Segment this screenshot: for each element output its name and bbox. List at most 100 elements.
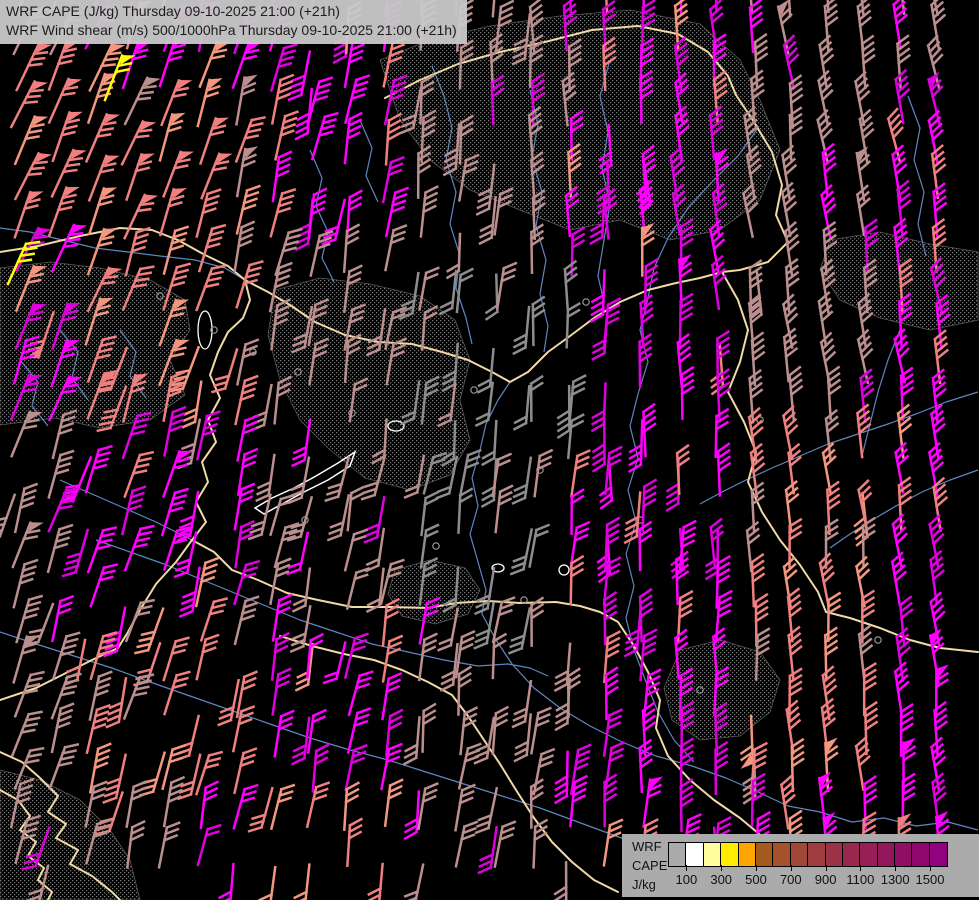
wind-barb (567, 303, 580, 347)
wind-barb (682, 367, 694, 418)
wind-barb (202, 150, 231, 202)
legend-label-wrf: WRF (632, 837, 667, 856)
wind-barb (367, 863, 382, 900)
wind-barb (625, 492, 640, 544)
wind-barb (677, 446, 690, 494)
title-line-shear: WRF Wind shear (m/s) 500/1000hPa Thursda… (6, 21, 457, 40)
wind-barb (457, 268, 472, 313)
legend-cell-12 (878, 843, 895, 866)
wind-barb (887, 109, 911, 161)
wind-barb (606, 446, 622, 494)
legend-cell-10 (843, 843, 860, 866)
wind-barb (0, 491, 15, 543)
wind-barb (513, 680, 531, 729)
wind-barb (496, 485, 512, 533)
wind-barb (403, 862, 423, 900)
river (360, 120, 378, 202)
wind-barb (197, 633, 218, 682)
wind-barb (273, 667, 291, 716)
wind-barb (162, 77, 191, 129)
legend-cell-9 (826, 843, 843, 866)
wind-barb (236, 520, 254, 569)
wind-barb (855, 737, 874, 789)
wind-barb (258, 866, 275, 900)
wind-barb (558, 386, 569, 437)
city-marker (433, 543, 439, 549)
wind-barb (235, 594, 258, 646)
wind-barb (87, 703, 109, 755)
country-border (722, 272, 826, 612)
legend-cell-5 (756, 843, 773, 866)
wind-barb (514, 385, 529, 430)
wind-barb (568, 414, 583, 459)
wind-barb (485, 275, 497, 319)
wind-barb (857, 331, 879, 383)
wind-barb (642, 224, 653, 276)
wind-barb (458, 667, 470, 715)
wind-barb (405, 717, 420, 765)
city-marker (583, 299, 589, 305)
wind-barb (555, 862, 566, 900)
wind-barb (293, 717, 309, 765)
wind-barb (643, 404, 656, 455)
wind-barb (86, 443, 111, 495)
wind-barb (125, 449, 153, 501)
wind-barb (820, 333, 841, 385)
wind-barb (533, 297, 545, 345)
wind-barb (789, 367, 805, 419)
wind-barb (718, 444, 731, 495)
wind-barb (252, 383, 272, 432)
wind-barb (640, 335, 652, 386)
wind-barb (63, 527, 88, 579)
wind-barb (892, 146, 911, 198)
wind-barb (531, 225, 543, 273)
wind-barb (493, 634, 506, 678)
legend-tick (791, 865, 792, 871)
wind-barb (293, 863, 309, 900)
legend-label-unit: J/kg (632, 875, 667, 894)
legend-cell-14 (912, 843, 929, 866)
wind-barb (198, 822, 220, 867)
legend-tick-label: 700 (780, 872, 802, 887)
legend-tick (895, 865, 896, 871)
wind-barb (386, 113, 400, 165)
wind-barb (201, 781, 218, 829)
legend-cell-0 (669, 843, 686, 866)
wind-barb (896, 629, 914, 681)
wind-barb (891, 553, 911, 605)
wind-barb (271, 557, 291, 606)
wind-barb (125, 191, 157, 242)
wind-barb (324, 640, 345, 685)
wind-barb (348, 486, 363, 531)
legend-colorbar (668, 842, 948, 867)
wind-barb (458, 489, 471, 533)
wind-barb (88, 524, 115, 576)
wind-barb (894, 71, 914, 123)
wind-barb (309, 188, 326, 240)
wind-barb (15, 113, 46, 168)
cape-legend: WRF CAPE J/kg 10030050070090011001300150… (622, 834, 979, 897)
city-marker (471, 387, 477, 393)
legend-tick-label: 900 (815, 872, 837, 887)
legend-cell-4 (739, 843, 756, 866)
wind-barb (556, 752, 568, 803)
wind-barb (347, 566, 368, 611)
wind-barb (219, 678, 239, 727)
legend-cell-11 (860, 843, 877, 866)
wind-barb (514, 306, 529, 354)
legend-tick (686, 865, 687, 871)
wind-barb (312, 110, 337, 162)
wind-barb (865, 703, 877, 754)
wind-barb (346, 73, 369, 125)
legend-tick (721, 865, 722, 871)
wind-barb (515, 714, 531, 762)
legend-tick-label: 500 (745, 872, 767, 887)
wind-barb (14, 558, 37, 610)
wind-barb (899, 478, 913, 530)
wind-barb (513, 456, 531, 505)
wind-barb (681, 780, 693, 831)
wind-barb (640, 522, 651, 570)
wind-barb (125, 74, 159, 128)
wind-barb (271, 783, 293, 832)
wind-barb (237, 74, 257, 127)
